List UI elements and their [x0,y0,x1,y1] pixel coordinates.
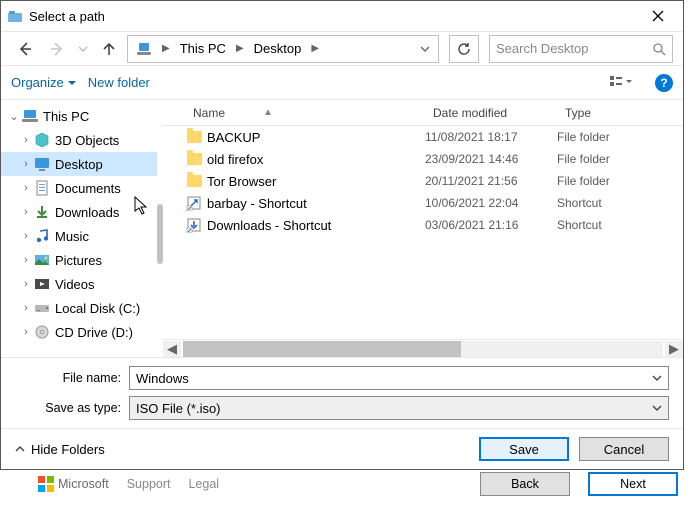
help-button[interactable]: ? [655,74,673,92]
address-root-icon[interactable] [130,37,158,61]
list-row[interactable]: Downloads - Shortcut03/06/2021 21:16Shor… [163,214,683,236]
view-button[interactable] [607,71,635,95]
col-name[interactable]: Name▲ [185,106,425,120]
dialog-title: Select a path [29,9,639,24]
saveas-label: Save as type: [15,401,129,415]
tree-item[interactable]: ›Videos [1,272,157,296]
list-row[interactable]: Tor Browser20/11/2021 21:56File folder [163,170,683,192]
saveas-select[interactable]: ISO File (*.iso) [129,396,669,420]
tree-item[interactable]: ›3D Objects [1,128,157,152]
scroll-handle[interactable] [183,341,461,357]
hide-folders-button[interactable]: Hide Folders [15,442,469,457]
filename-area: File name: Windows Save as type: ISO Fil… [1,358,683,429]
dialog-toolbar: Organize New folder ? [1,65,683,99]
wizard-back-button[interactable]: Back [480,472,570,496]
sort-asc-icon: ▲ [263,107,273,118]
file-list: Name▲ Date modified Type BACKUP11/08/202… [163,100,683,357]
folder-tree[interactable]: ⌄This PC›3D Objects›Desktop›Documents›Do… [1,100,157,357]
address-bar[interactable]: ▶ This PC ▶ Desktop ▶ [127,35,439,63]
address-seg-desktop[interactable]: Desktop [248,37,308,61]
back-button[interactable] [11,35,39,63]
search-input[interactable]: Search Desktop [489,35,673,63]
chevron-right-icon: ▶ [234,43,246,54]
search-icon [652,42,666,56]
tree-item[interactable]: ›Downloads [1,200,157,224]
chevron-up-icon [15,444,25,454]
save-button[interactable]: Save [479,437,569,461]
forward-button[interactable] [43,35,71,63]
titlebar: Select a path [1,1,683,31]
microsoft-logo: Microsoft [38,476,109,492]
list-rows[interactable]: BACKUP11/08/2021 18:17File folderold fir… [163,126,683,339]
list-row[interactable]: barbay - Shortcut10/06/2021 22:04Shortcu… [163,192,683,214]
chevron-down-icon[interactable] [652,403,662,413]
nav-row: ▶ This PC ▶ Desktop ▶ Search Desktop [1,31,683,65]
legal-link[interactable]: Legal [188,477,219,491]
splitter[interactable] [157,100,163,357]
dialog-footer: Hide Folders Save Cancel [1,429,683,469]
address-seg-thispc[interactable]: This PC [174,37,232,61]
wizard-footer: Microsoft Support Legal Back Next [38,472,678,496]
wizard-next-button[interactable]: Next [588,472,678,496]
chevron-down-icon[interactable] [652,373,662,383]
new-folder-button[interactable]: New folder [88,75,150,90]
tree-item[interactable]: ›CD Drive (D:) [1,320,157,344]
organize-button[interactable]: Organize [11,75,76,90]
dialog-body: ⌄This PC›3D Objects›Desktop›Documents›Do… [1,99,683,358]
tree-root[interactable]: ⌄This PC [1,104,157,128]
hscrollbar[interactable]: ◀ ▶ [163,339,683,357]
search-placeholder: Search Desktop [496,41,652,56]
scroll-right-icon[interactable]: ▶ [665,341,683,357]
chevron-right-icon: ▶ [160,43,172,54]
scroll-left-icon[interactable]: ◀ [163,341,181,357]
chevron-right-icon: ▶ [309,43,321,54]
list-row[interactable]: old firefox23/09/2021 14:46File folder [163,148,683,170]
col-type[interactable]: Type [557,106,683,120]
col-date[interactable]: Date modified [425,106,557,120]
list-header: Name▲ Date modified Type [163,100,683,126]
tree-item[interactable]: ›Music [1,224,157,248]
up-button[interactable] [95,35,123,63]
tree-item[interactable]: ›Local Disk (C:) [1,296,157,320]
support-link[interactable]: Support [127,477,171,491]
tree-item[interactable]: ›Pictures [1,248,157,272]
tree-item[interactable]: ›Desktop [1,152,157,176]
refresh-button[interactable] [449,35,479,63]
cancel-button[interactable]: Cancel [579,437,669,461]
close-button[interactable] [639,2,677,30]
save-dialog: Select a path ▶ This PC ▶ Desktop ▶ [0,0,684,470]
filename-label: File name: [15,371,129,385]
recent-dropdown[interactable] [75,35,91,63]
list-row[interactable]: BACKUP11/08/2021 18:17File folder [163,126,683,148]
filename-input[interactable]: Windows [129,366,669,390]
app-icon [7,8,23,24]
address-dropdown-icon[interactable] [418,44,432,54]
tree-item[interactable]: ›Documents [1,176,157,200]
